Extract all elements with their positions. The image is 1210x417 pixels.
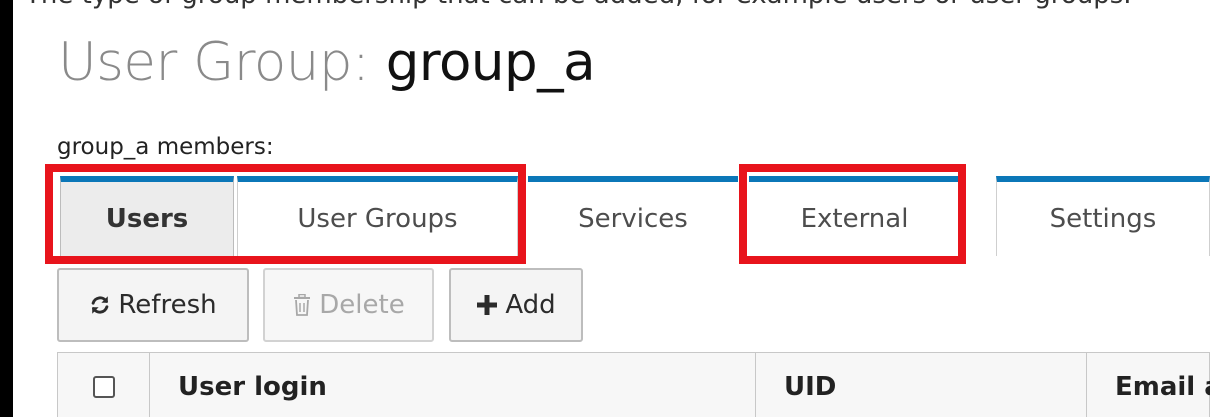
add-button-label: Add — [505, 290, 556, 320]
tab-services[interactable]: Services — [528, 176, 738, 256]
tab-users-label: Users — [105, 204, 189, 234]
column-header-uid[interactable]: UID — [756, 353, 1087, 417]
tab-user-groups[interactable]: User Groups — [237, 176, 518, 256]
tab-services-label: Services — [578, 204, 688, 234]
delete-button-label: Delete — [319, 290, 405, 320]
select-all-checkbox[interactable] — [92, 376, 115, 398]
refresh-button[interactable]: Refresh — [57, 268, 249, 342]
page-title-group-name: group_a — [385, 32, 596, 93]
cropped-instruction-text: The type of group membership that can be… — [25, 0, 1132, 10]
tab-users[interactable]: Users — [60, 176, 234, 256]
tab-settings[interactable]: Settings — [996, 176, 1210, 256]
column-header-email[interactable]: Email address — [1087, 353, 1210, 417]
select-all-cell — [58, 353, 150, 417]
page-title: User Group: group_a — [58, 28, 596, 98]
tab-settings-label: Settings — [1049, 204, 1157, 234]
refresh-button-label: Refresh — [118, 290, 217, 320]
plus-icon — [476, 294, 498, 316]
add-button[interactable]: Add — [449, 268, 583, 342]
members-table-header: User login UID Email address — [57, 352, 1210, 417]
tab-user-groups-label: User Groups — [297, 204, 458, 234]
column-header-user-login[interactable]: User login — [150, 353, 756, 417]
members-label: group_a members: — [57, 134, 274, 160]
page-frame: The type of group membership that can be… — [13, 0, 1210, 417]
delete-button[interactable]: Delete — [263, 268, 434, 342]
page-title-prefix: User Group: — [58, 32, 386, 93]
trash-icon — [292, 294, 312, 316]
refresh-icon — [89, 294, 111, 316]
tab-external[interactable]: External — [749, 176, 960, 256]
tab-external-label: External — [800, 204, 909, 234]
